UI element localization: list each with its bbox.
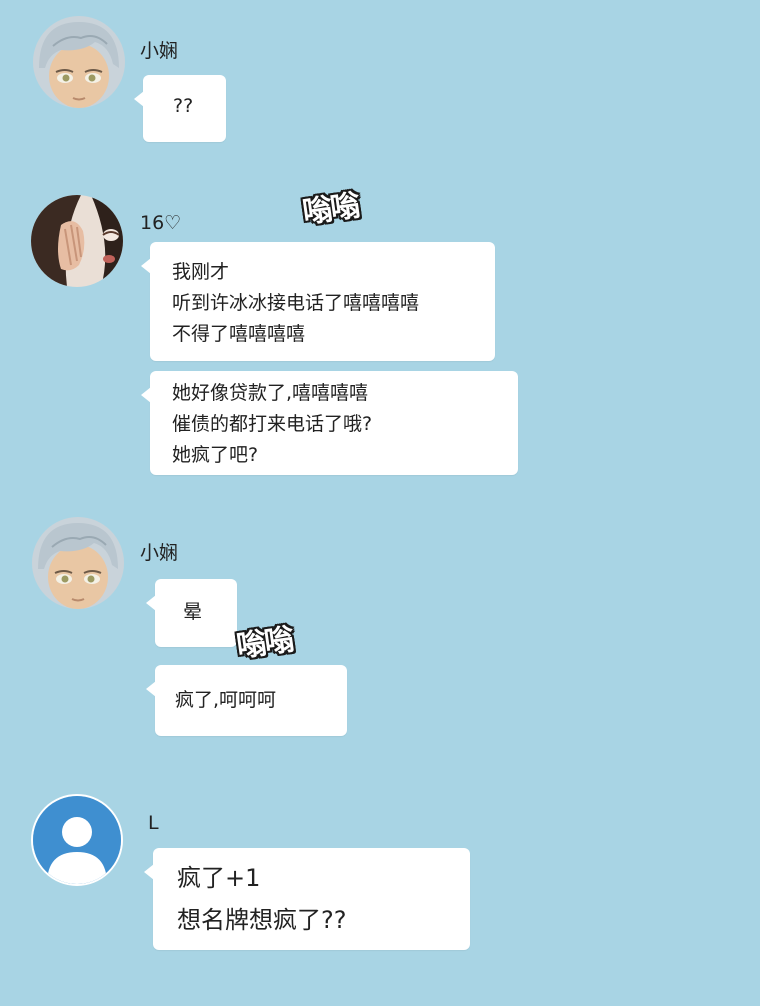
sender-name: L [148,812,159,834]
avatar-xiaoxian-2[interactable] [32,517,124,609]
sound-effect-text: 嗡嗡 [300,188,361,231]
message-text: 我刚才 [172,261,230,283]
avatar-xiaoxian-1[interactable] [33,16,125,108]
avatar-16[interactable] [31,195,123,287]
message-text: 她疯了吧? [172,444,259,466]
message-bubble[interactable]: 疯了+1 想名牌想疯了?? [144,848,470,950]
message-bubble[interactable]: 她好像贷款了,嘻嘻嘻嘻 催债的都打来电话了哦? 她疯了吧? [141,371,518,475]
sender-name: 小娴 [140,40,179,62]
dark-hair-hand-covering-face-avatar-icon [31,195,123,287]
message-text: 疯了+1 [177,864,261,892]
sender-name: 小娴 [140,542,179,564]
sound-effect-text: 嗡嗡 [234,622,295,665]
message-text: ?? [173,95,194,117]
message-bubble[interactable]: 疯了,呵呵呵 [146,665,347,736]
avatar-l[interactable] [31,794,123,886]
message-text: 想名牌想疯了?? [177,906,347,934]
message-text: 不得了嘻嘻嘻嘻 [172,323,306,345]
message-text: 听到许冰冰接电话了嘻嘻嘻嘻 [172,292,420,314]
message-bubble[interactable]: 晕 [146,579,237,647]
message-text: 她好像贷款了,嘻嘻嘻嘻 [172,382,369,404]
silver-hair-girl-avatar-icon [33,16,125,108]
message-bubble[interactable]: 我刚才 听到许冰冰接电话了嘻嘻嘻嘻 不得了嘻嘻嘻嘻 [141,242,495,361]
message-bubble[interactable]: ?? [134,75,226,142]
silver-hair-girl-avatar-icon [32,517,124,609]
sender-name: 16♡ [140,212,182,234]
message-text: 疯了,呵呵呵 [175,689,277,711]
message-text: 晕 [183,601,203,623]
default-user-silhouette-avatar-icon [33,796,121,884]
message-text: 催债的都打来电话了哦? [172,413,373,435]
